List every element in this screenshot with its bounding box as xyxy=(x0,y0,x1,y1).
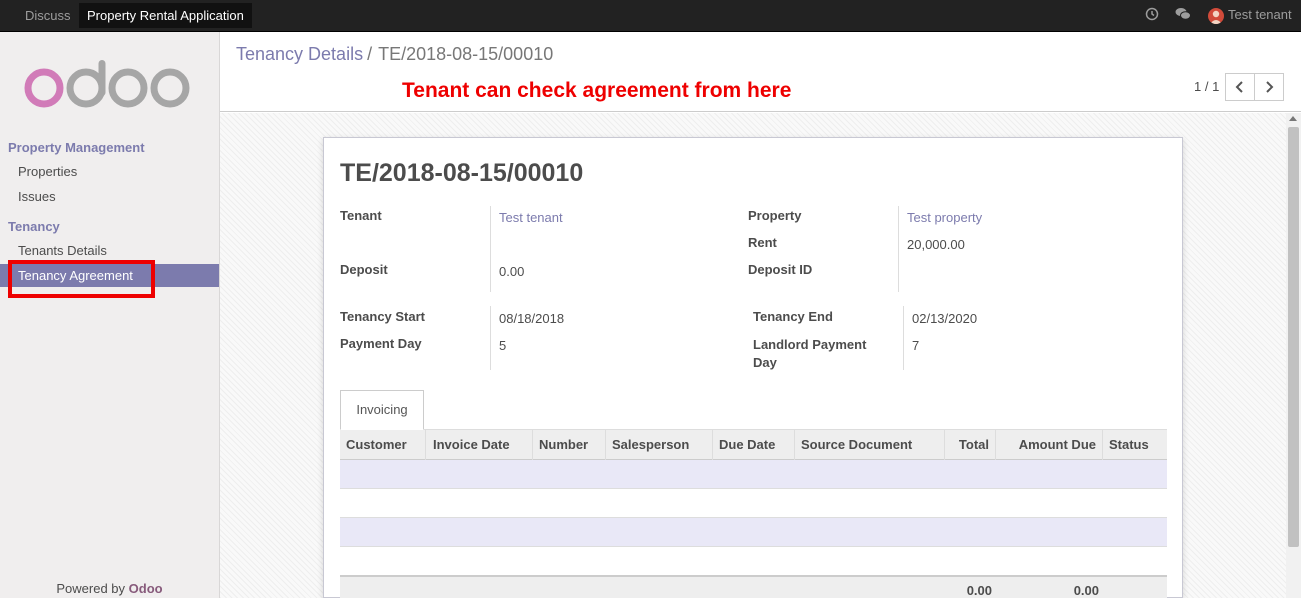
chat-icon[interactable] xyxy=(1175,7,1191,23)
chevron-left-icon xyxy=(1235,81,1243,93)
app-menu-discuss[interactable]: Discuss xyxy=(17,3,79,28)
field-label-tenancy-start: Tenancy Start xyxy=(340,309,426,324)
vertical-scrollbar[interactable] xyxy=(1286,113,1301,598)
field-separator xyxy=(490,306,491,370)
field-tenancy-start-value: 08/18/2018 xyxy=(499,311,565,326)
control-panel: Tenancy Details / TE/2018-08-15/00010 Tena… xyxy=(220,32,1301,112)
form-sheet: TE/2018-08-15/00010 Tenant Test tenant D… xyxy=(323,137,1183,598)
app-sidebar: Property Management Properties Issues Te… xyxy=(0,32,220,598)
field-tenancy-end-value: 02/13/2020 xyxy=(912,311,978,326)
field-deposit-value: 0.00 xyxy=(499,264,525,279)
column-header-number[interactable]: Number xyxy=(533,430,606,460)
powered-by-label: Powered by xyxy=(56,581,126,596)
top-navbar: Discuss Property Rental Application Test… xyxy=(0,0,1301,32)
column-header-customer[interactable]: Customer xyxy=(340,430,426,460)
field-separator xyxy=(903,306,904,370)
field-label-payment-day: Payment Day xyxy=(340,336,422,351)
field-label-tenancy-end: Tenancy End xyxy=(753,309,833,324)
column-header-source-document[interactable]: Source Document xyxy=(795,430,945,460)
tab-invoicing[interactable]: Invoicing xyxy=(340,390,424,430)
scroll-up-arrow-icon[interactable] xyxy=(1289,116,1297,121)
menu-section-property-management[interactable]: Property Management xyxy=(8,140,145,155)
field-label-rent: Rent xyxy=(748,235,777,250)
user-menu-name[interactable]: Test tenant xyxy=(1228,7,1292,22)
table-row xyxy=(340,460,1167,489)
column-header-invoice-date[interactable]: Invoice Date xyxy=(427,430,533,460)
field-label-deposit-id: Deposit ID xyxy=(748,262,813,277)
field-separator xyxy=(490,206,491,292)
pager-next-button[interactable] xyxy=(1254,73,1284,101)
column-header-total[interactable]: Total xyxy=(945,430,996,460)
field-property-link[interactable]: Test property xyxy=(907,210,982,225)
field-label-landlord-payment-day: Landlord Payment Day xyxy=(753,337,867,370)
column-header-status[interactable]: Status xyxy=(1103,430,1167,460)
table-row xyxy=(340,547,1167,576)
field-payment-day-value: 5 xyxy=(499,338,507,353)
table-row xyxy=(340,518,1167,547)
table-row xyxy=(340,489,1167,518)
table-header: Customer Invoice Date Number Salesperson… xyxy=(340,430,1167,460)
pager-value[interactable]: 1 / 1 xyxy=(1194,79,1219,94)
breadcrumb: Tenancy Details / TE/2018-08-15/00010 xyxy=(236,44,553,65)
field-landlord-payment-day-value: 7 xyxy=(912,338,920,353)
invoice-table: Customer Invoice Date Number Salesperson… xyxy=(340,430,1167,576)
footer-amount-due: 0.00 xyxy=(1073,583,1099,598)
record-title: TE/2018-08-15/00010 xyxy=(340,159,584,187)
field-label-tenant: Tenant xyxy=(340,208,382,223)
powered-by-brand-link[interactable]: Odoo xyxy=(129,581,163,596)
breadcrumb-current: TE/2018-08-15/00010 xyxy=(378,44,554,64)
app-menu-property-rental[interactable]: Property Rental Application xyxy=(79,3,252,28)
odoo-logo[interactable] xyxy=(24,60,194,120)
breadcrumb-parent-link[interactable]: Tenancy Details xyxy=(236,44,363,64)
field-rent-value: 20,000.00 xyxy=(907,237,965,252)
scrollbar-thumb[interactable] xyxy=(1288,127,1299,547)
column-header-amount-due[interactable]: Amount Due xyxy=(996,430,1103,460)
table-footer: 0.00 0.00 xyxy=(340,575,1167,598)
sidebar-item-tenants-details[interactable]: Tenants Details xyxy=(0,239,219,262)
user-avatar[interactable] xyxy=(1208,8,1224,24)
pager-previous-button[interactable] xyxy=(1225,73,1255,101)
field-separator xyxy=(898,206,899,292)
chevron-right-icon xyxy=(1266,81,1274,93)
sidebar-item-issues[interactable]: Issues xyxy=(0,185,219,208)
footer-total: 0.00 xyxy=(966,583,992,598)
annotation-highlight-box xyxy=(8,260,155,298)
field-label-deposit: Deposit xyxy=(340,262,388,277)
sidebar-item-properties[interactable]: Properties xyxy=(0,160,219,183)
annotation-text: Tenant can check agreement from here xyxy=(402,79,792,102)
powered-by: Powered by Odoo xyxy=(0,581,219,596)
field-tenant-link[interactable]: Test tenant xyxy=(499,210,563,225)
clock-icon[interactable] xyxy=(1145,7,1161,23)
column-header-due-date[interactable]: Due Date xyxy=(713,430,795,460)
breadcrumb-separator: / xyxy=(367,44,373,64)
field-label-property: Property xyxy=(748,208,802,223)
column-header-salesperson[interactable]: Salesperson xyxy=(606,430,713,460)
menu-section-tenancy[interactable]: Tenancy xyxy=(8,219,60,234)
